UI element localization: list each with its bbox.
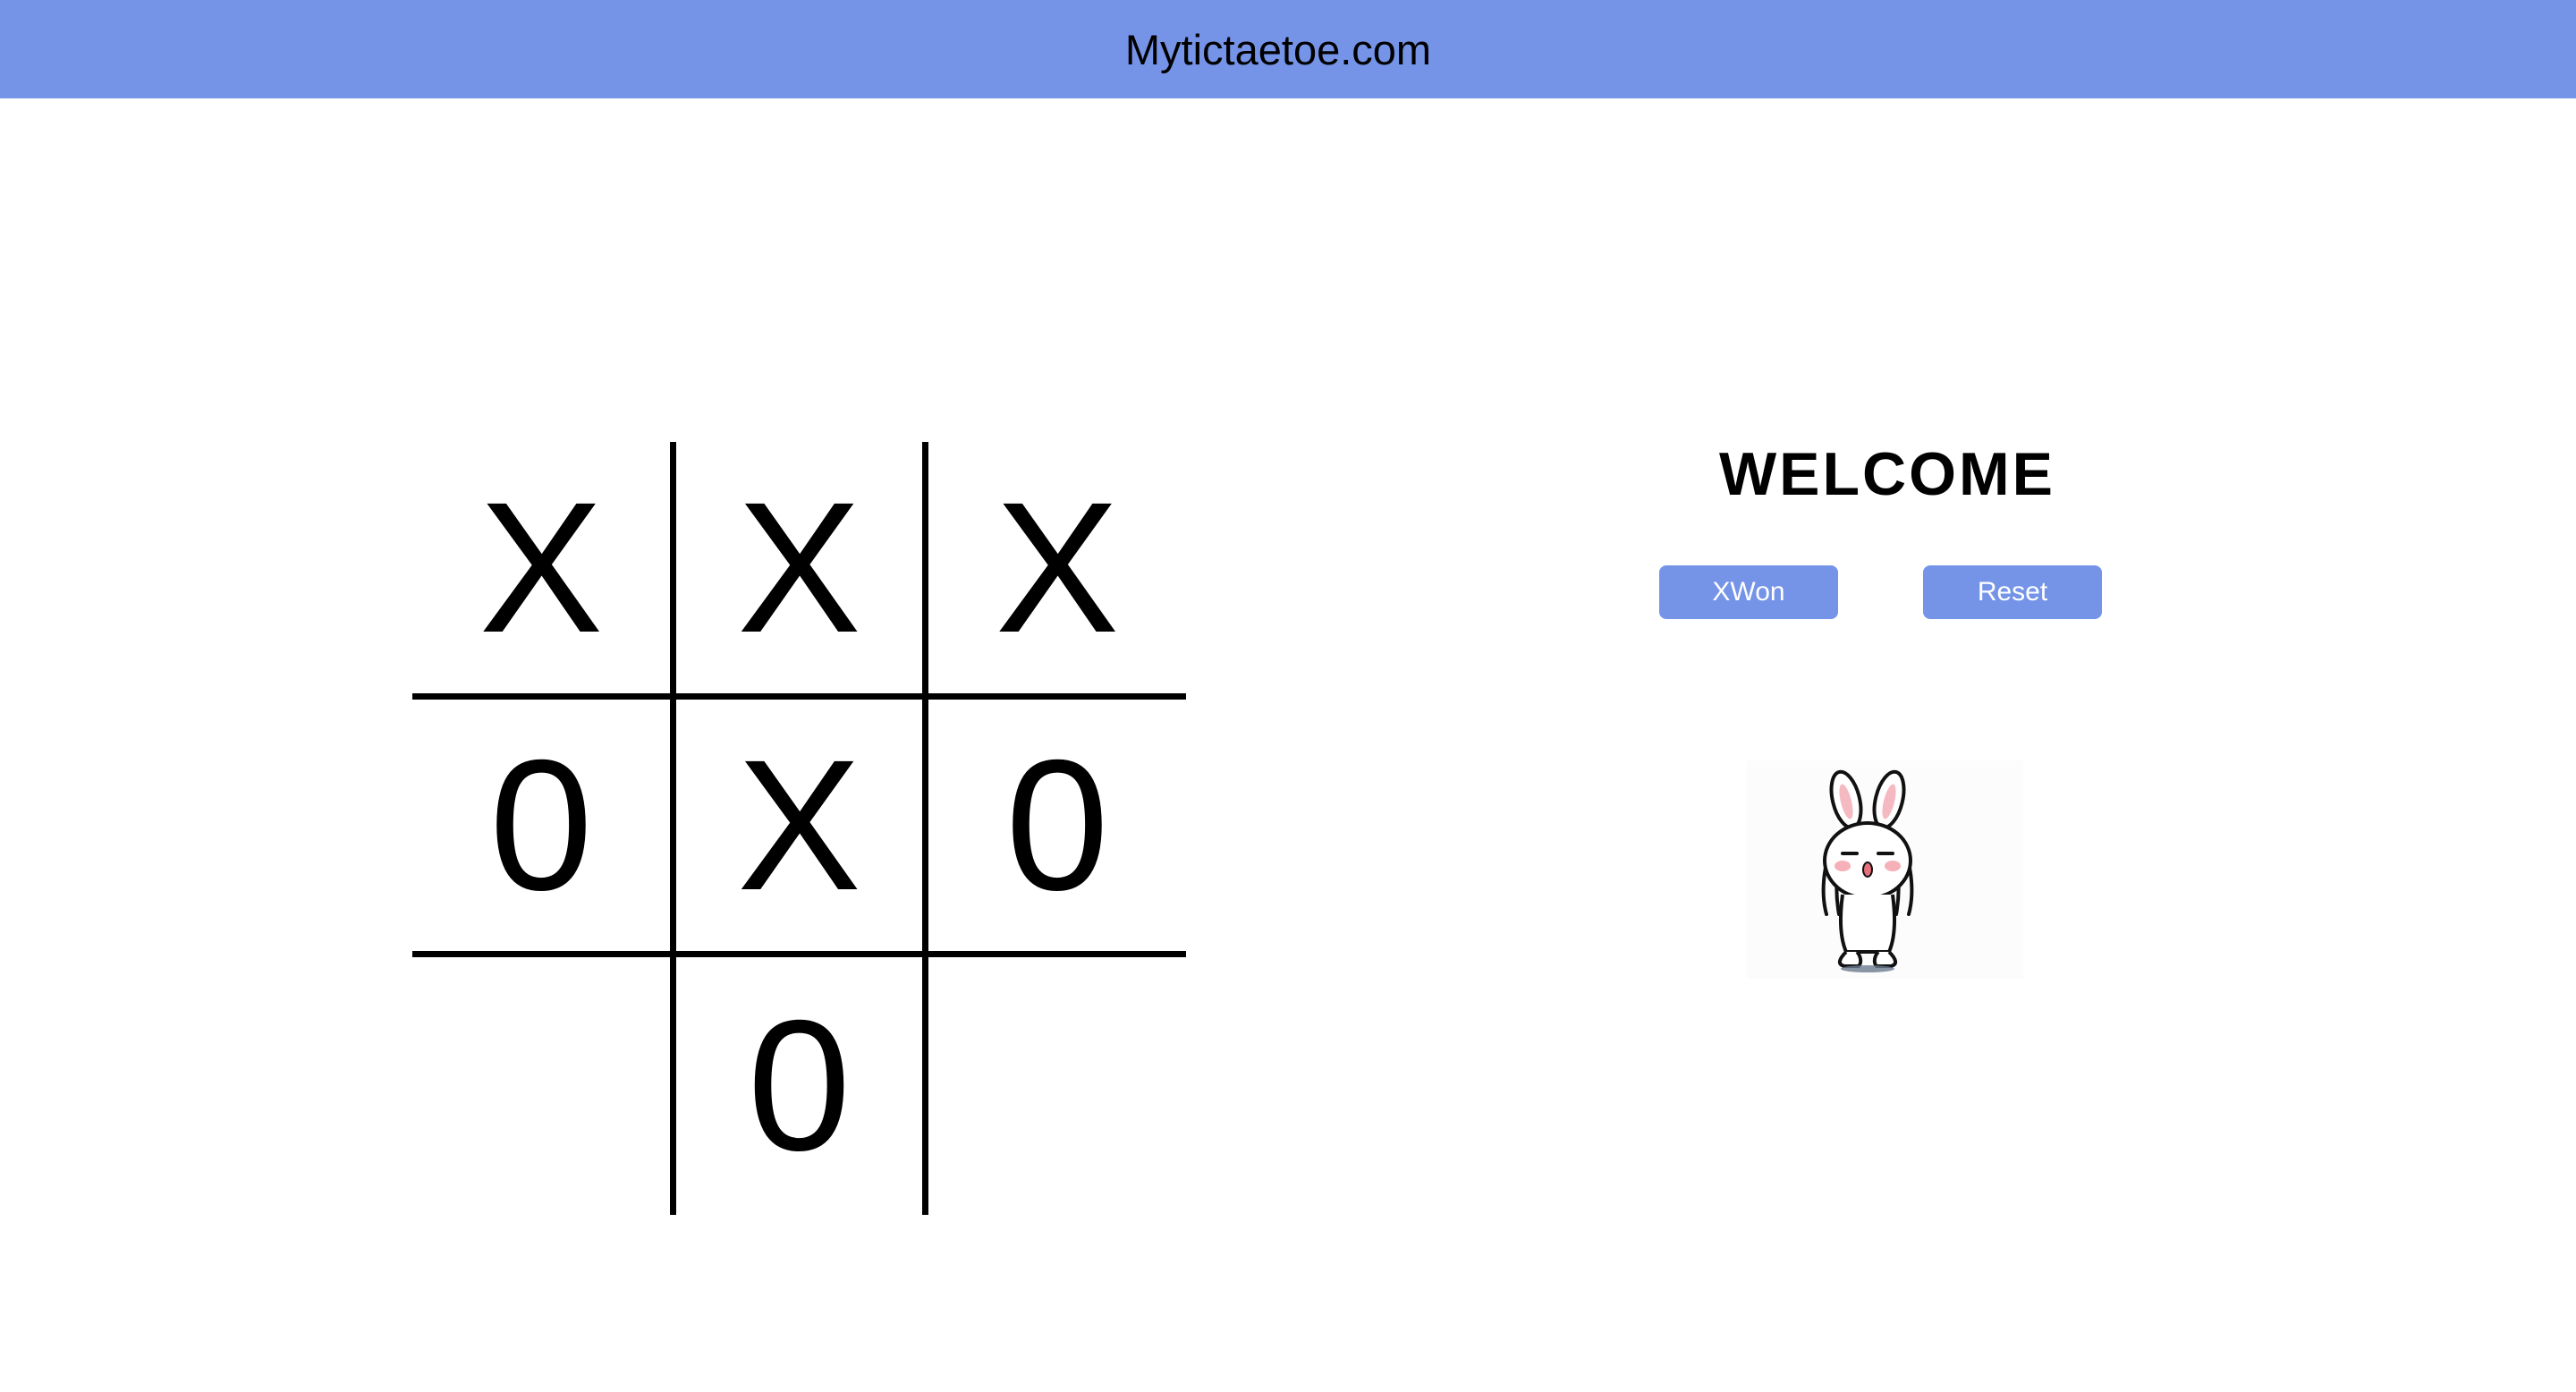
game-status-button[interactable]: XWon — [1659, 565, 1838, 619]
bunny-celebrating-icon — [1746, 760, 2023, 979]
welcome-heading: WELCOME — [1718, 440, 2056, 508]
board-cell-1-1[interactable]: X — [670, 700, 928, 957]
board-cell-0-0[interactable]: X — [412, 442, 670, 700]
top-navbar: Mytictaetoe.com — [0, 0, 2576, 98]
board-cell-2-2[interactable] — [928, 957, 1186, 1215]
board-cell-0-1[interactable]: X — [670, 442, 928, 700]
site-title: Mytictaetoe.com — [1124, 25, 1432, 73]
board-cell-2-1[interactable]: 0 — [670, 957, 928, 1215]
board-cell-1-0[interactable]: 0 — [412, 700, 670, 957]
board-cell-1-2[interactable]: 0 — [928, 700, 1186, 957]
board-cell-0-2[interactable]: X — [928, 442, 1186, 700]
reset-button[interactable]: Reset — [1923, 565, 2102, 619]
board-cell-2-0[interactable] — [412, 957, 670, 1215]
tictactoe-board: X X X 0 X 0 0 — [412, 442, 1186, 1215]
